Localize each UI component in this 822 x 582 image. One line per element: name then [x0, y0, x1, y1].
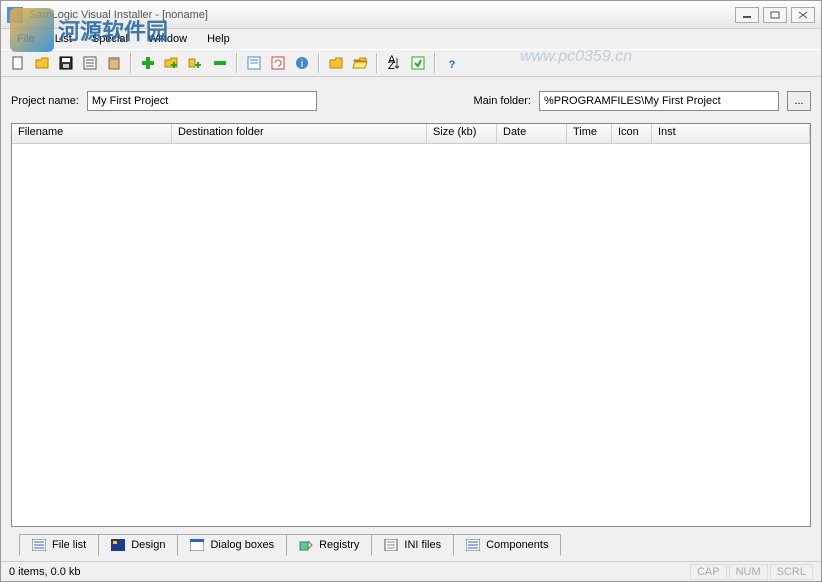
status-cap: CAP — [690, 564, 727, 580]
help-icon[interactable]: ? — [441, 52, 463, 74]
info-icon[interactable]: i — [291, 52, 313, 74]
tab-label: INI files — [404, 539, 441, 551]
add-multi-icon[interactable] — [185, 52, 207, 74]
list-header: Filename Destination folder Size (kb) Da… — [12, 124, 810, 144]
tab-components[interactable]: Components — [453, 534, 561, 556]
tabbar: File list Design Dialog boxes Registry I… — [11, 531, 811, 555]
col-time[interactable]: Time — [567, 124, 612, 143]
tab-label: File list — [52, 539, 86, 551]
remove-icon[interactable] — [209, 52, 231, 74]
tab-label: Dialog boxes — [210, 539, 274, 551]
tab-label: Components — [486, 539, 548, 551]
separator — [318, 53, 320, 73]
list-body[interactable] — [12, 144, 810, 526]
tab-design[interactable]: Design — [98, 534, 178, 556]
dialog-icon — [190, 539, 204, 551]
design-icon — [111, 539, 125, 551]
svg-text:i: i — [301, 58, 303, 70]
tab-registry[interactable]: Registry — [286, 534, 372, 556]
menu-list[interactable]: List — [47, 31, 80, 47]
app-icon — [7, 7, 23, 23]
separator — [376, 53, 378, 73]
components-icon — [466, 539, 480, 551]
sort-icon[interactable]: AZ — [383, 52, 405, 74]
project-row: Project name: Main folder: ... — [11, 91, 811, 111]
menu-help[interactable]: Help — [199, 31, 238, 47]
menu-special[interactable]: Special — [84, 31, 136, 47]
statusbar: 0 items, 0.0 kb CAP NUM SCRL — [1, 561, 821, 581]
open-icon[interactable] — [31, 52, 53, 74]
separator — [236, 53, 238, 73]
toolbar: i AZ ? — [1, 49, 821, 77]
add-folder-icon[interactable] — [161, 52, 183, 74]
col-destination[interactable]: Destination folder — [172, 124, 427, 143]
list-icon[interactable] — [79, 52, 101, 74]
maximize-button[interactable] — [763, 7, 787, 23]
status-items: 0 items, 0.0 kb — [9, 566, 81, 578]
col-date[interactable]: Date — [497, 124, 567, 143]
list-icon — [32, 539, 46, 551]
folder-icon[interactable] — [325, 52, 347, 74]
properties-icon[interactable] — [243, 52, 265, 74]
main-folder-input[interactable] — [539, 91, 779, 111]
ini-icon — [384, 539, 398, 551]
add-icon[interactable] — [137, 52, 159, 74]
paste-icon[interactable] — [103, 52, 125, 74]
tab-label: Design — [131, 539, 165, 551]
close-button[interactable] — [791, 7, 815, 23]
file-list: Filename Destination folder Size (kb) Da… — [11, 123, 811, 527]
refresh-icon[interactable] — [267, 52, 289, 74]
svg-text:?: ? — [449, 59, 456, 71]
menubar: File List Special Window Help — [1, 29, 821, 49]
titlebar: SamLogic Visual Installer - [noname] — [1, 1, 821, 29]
col-icon[interactable]: Icon — [612, 124, 652, 143]
minimize-button[interactable] — [735, 7, 759, 23]
tab-dialog-boxes[interactable]: Dialog boxes — [177, 534, 287, 556]
menu-file[interactable]: File — [9, 31, 43, 47]
menu-window[interactable]: Window — [140, 31, 195, 47]
status-scrl: SCRL — [770, 564, 813, 580]
new-icon[interactable] — [7, 52, 29, 74]
separator — [130, 53, 132, 73]
browse-button[interactable]: ... — [787, 91, 811, 111]
col-inst[interactable]: Inst — [652, 124, 810, 143]
tab-file-list[interactable]: File list — [19, 534, 99, 556]
registry-icon — [299, 539, 313, 551]
main-window: SamLogic Visual Installer - [noname] Fil… — [0, 0, 822, 582]
project-name-label: Project name: — [11, 95, 79, 107]
content-area: Project name: Main folder: ... Filename … — [1, 77, 821, 561]
tab-label: Registry — [319, 539, 359, 551]
svg-text:Z: Z — [388, 60, 395, 71]
window-title: SamLogic Visual Installer - [noname] — [29, 9, 735, 21]
col-filename[interactable]: Filename — [12, 124, 172, 143]
save-icon[interactable] — [55, 52, 77, 74]
status-num: NUM — [729, 564, 768, 580]
tab-ini-files[interactable]: INI files — [371, 534, 454, 556]
project-name-input[interactable] — [87, 91, 317, 111]
goto-icon[interactable] — [407, 52, 429, 74]
folder-open-icon[interactable] — [349, 52, 371, 74]
separator — [434, 53, 436, 73]
main-folder-label: Main folder: — [474, 95, 531, 107]
col-size[interactable]: Size (kb) — [427, 124, 497, 143]
